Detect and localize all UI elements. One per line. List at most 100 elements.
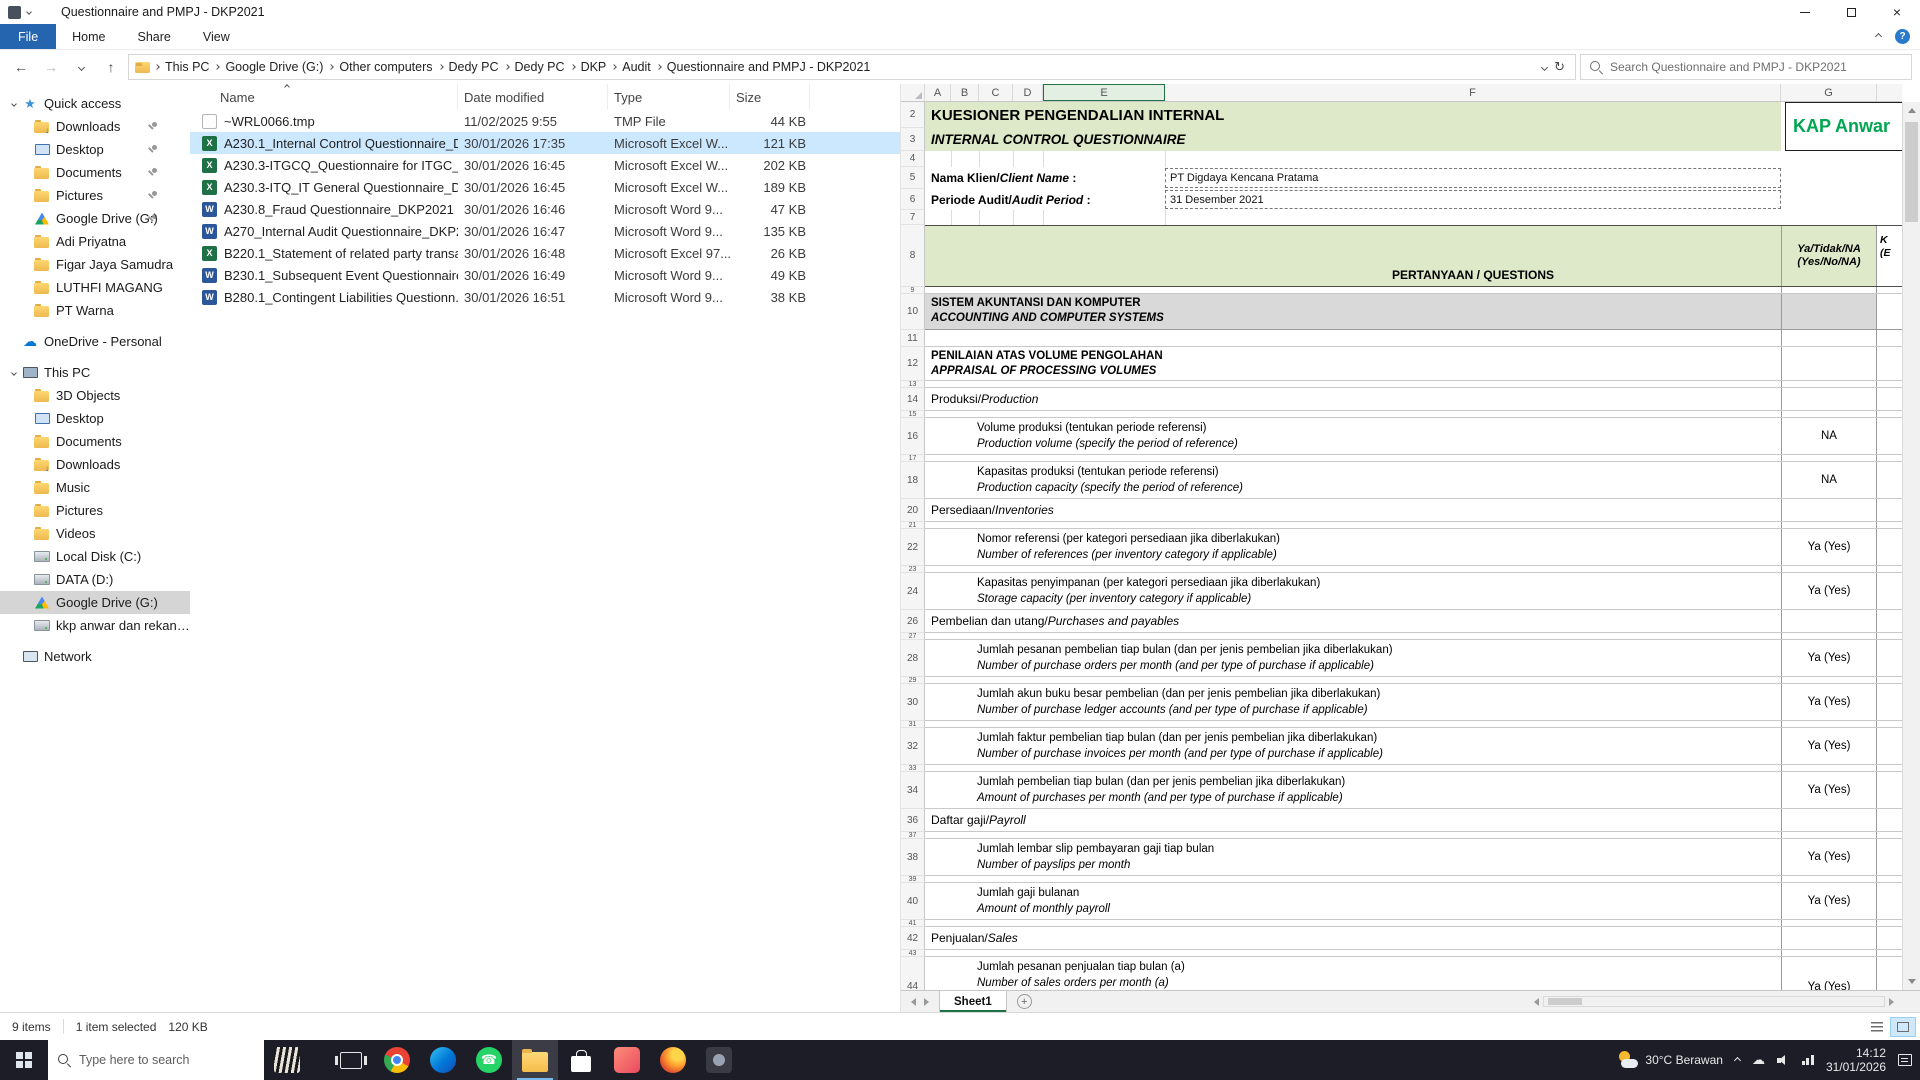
row-number[interactable]: 36 bbox=[901, 809, 925, 832]
sidebar-item-google-drive-g[interactable]: Google Drive (G:) bbox=[0, 207, 190, 230]
row-number[interactable]: 42 bbox=[901, 927, 925, 950]
answer-cell[interactable] bbox=[1781, 330, 1877, 346]
taskbar-app-file-explorer[interactable] bbox=[512, 1040, 558, 1080]
row-number[interactable]: 26 bbox=[901, 610, 925, 633]
row-number[interactable]: 17 bbox=[901, 455, 925, 462]
maximize-button[interactable] bbox=[1828, 0, 1874, 24]
add-sheet-button[interactable]: + bbox=[1017, 994, 1032, 1009]
breadcrumb-item-dedy-pc[interactable]: Dedy PC bbox=[445, 60, 503, 74]
row-number[interactable]: 27 bbox=[901, 633, 925, 640]
sheet-tab[interactable]: Sheet1 bbox=[939, 991, 1007, 1012]
sidebar-item-adi-priyatna[interactable]: Adi Priyatna bbox=[0, 230, 190, 253]
details-view-button[interactable] bbox=[1864, 1017, 1890, 1037]
row-number[interactable]: 28 bbox=[901, 640, 925, 677]
answer-cell[interactable] bbox=[1781, 950, 1877, 956]
answer-cell[interactable] bbox=[1781, 566, 1877, 572]
row-number[interactable]: 11 bbox=[901, 330, 925, 347]
sidebar-item-pictures[interactable]: Pictures bbox=[0, 184, 190, 207]
forward-button[interactable]: → bbox=[38, 54, 64, 80]
row-number[interactable]: 22 bbox=[901, 529, 925, 566]
breadcrumb-item-dedy-pc[interactable]: Dedy PC bbox=[511, 60, 569, 74]
answer-cell[interactable] bbox=[1781, 832, 1877, 838]
clock[interactable]: 14:12 31/01/2026 bbox=[1826, 1046, 1886, 1074]
row-number[interactable]: 24 bbox=[901, 573, 925, 610]
row-number[interactable]: 2 bbox=[901, 102, 925, 128]
sheet-next-icon[interactable] bbox=[924, 998, 929, 1006]
row-number[interactable]: 6 bbox=[901, 189, 925, 210]
start-button[interactable] bbox=[0, 1040, 48, 1080]
answer-cell[interactable] bbox=[1781, 388, 1877, 410]
close-button[interactable]: × bbox=[1874, 0, 1920, 24]
row-number[interactable]: 9 bbox=[901, 287, 925, 294]
answer-cell[interactable] bbox=[1781, 721, 1877, 727]
sidebar-item-data-d[interactable]: DATA (D:) bbox=[0, 568, 190, 591]
row-number[interactable]: 10 bbox=[901, 294, 925, 330]
sidebar-item-figar-jaya-samudra[interactable]: Figar Jaya Samudra bbox=[0, 253, 190, 276]
preview-horizontal-scrollbar[interactable] bbox=[1534, 994, 1894, 1009]
qat-chevron-down-icon[interactable] bbox=[26, 9, 32, 15]
address-box[interactable]: This PCGoogle Drive (G:)Other computersD… bbox=[128, 54, 1576, 80]
row-number[interactable]: 40 bbox=[901, 883, 925, 920]
address-dropdown-chevron-icon[interactable] bbox=[1541, 63, 1548, 70]
search-input[interactable] bbox=[1610, 60, 1902, 74]
breadcrumb-item-audit[interactable]: Audit bbox=[618, 60, 655, 74]
file-row-a230-8-fraud-questionnaire-dkp2021[interactable]: WA230.8_Fraud Questionnaire_DKP202130/01… bbox=[190, 198, 900, 220]
collapse-ribbon-chevron-icon[interactable] bbox=[1875, 33, 1882, 40]
taskbar-app-edge[interactable] bbox=[420, 1040, 466, 1080]
answer-cell[interactable] bbox=[1781, 522, 1877, 528]
sidebar-item-documents[interactable]: Documents bbox=[0, 430, 190, 453]
taskbar-app-zebra-thumbnail[interactable] bbox=[264, 1040, 310, 1080]
row-number[interactable]: 8 bbox=[901, 225, 925, 287]
scroll-up-icon[interactable] bbox=[1908, 108, 1916, 113]
sidebar-item-3d-objects[interactable]: 3D Objects bbox=[0, 384, 190, 407]
row-number[interactable]: 34 bbox=[901, 772, 925, 809]
answer-cell[interactable] bbox=[1781, 610, 1877, 632]
answer-cell[interactable]: Ya (Yes) bbox=[1781, 957, 1877, 990]
column-header-name[interactable]: Name bbox=[190, 84, 458, 110]
column-header-type[interactable]: Type bbox=[608, 84, 730, 110]
taskbar-app-chrome[interactable] bbox=[374, 1040, 420, 1080]
volume-icon[interactable] bbox=[1777, 1055, 1790, 1066]
select-all-corner[interactable] bbox=[901, 84, 925, 101]
answer-cell[interactable] bbox=[1781, 633, 1877, 639]
breadcrumb-item-other-computers[interactable]: Other computers bbox=[335, 60, 436, 74]
search-box[interactable] bbox=[1580, 54, 1912, 80]
column-letter-E[interactable]: E bbox=[1043, 84, 1165, 101]
horizontal-scroll-thumb[interactable] bbox=[1548, 998, 1582, 1005]
answer-cell[interactable]: Ya (Yes) bbox=[1781, 573, 1877, 609]
row-number[interactable]: 12 bbox=[901, 347, 925, 381]
answer-cell[interactable] bbox=[1781, 876, 1877, 882]
sidebar-item-google-drive-g[interactable]: Google Drive (G:) bbox=[0, 591, 190, 614]
answer-cell[interactable] bbox=[1781, 294, 1877, 329]
answer-cell[interactable] bbox=[1781, 920, 1877, 926]
row-number[interactable]: 30 bbox=[901, 684, 925, 721]
sheet-prev-icon[interactable] bbox=[911, 998, 916, 1006]
sidebar-item-desktop[interactable]: Desktop bbox=[0, 138, 190, 161]
row-number[interactable]: 37 bbox=[901, 832, 925, 839]
hscroll-left-icon[interactable] bbox=[1534, 998, 1539, 1006]
row-number[interactable]: 15 bbox=[901, 411, 925, 418]
answer-cell[interactable] bbox=[1781, 411, 1877, 417]
row-number[interactable]: 29 bbox=[901, 677, 925, 684]
file-row-wrl0066-tmp[interactable]: ~WRL0066.tmp11/02/2025 9:55TMP File44 KB bbox=[190, 110, 900, 132]
row-number[interactable]: 18 bbox=[901, 462, 925, 499]
file-row-b230-1-subsequent-event-questionnaire[interactable]: WB230.1_Subsequent Event Questionnaire_.… bbox=[190, 264, 900, 286]
recent-locations-chevron-icon[interactable] bbox=[68, 54, 94, 80]
sidebar-item-desktop[interactable]: Desktop bbox=[0, 407, 190, 430]
row-number[interactable]: 20 bbox=[901, 499, 925, 522]
row-number[interactable]: 3 bbox=[901, 128, 925, 151]
column-letter-D[interactable]: D bbox=[1013, 84, 1043, 101]
back-button[interactable]: ← bbox=[8, 54, 34, 80]
sidebar-item-downloads[interactable]: ↓Downloads bbox=[0, 453, 190, 476]
row-number[interactable]: 14 bbox=[901, 388, 925, 411]
sidebar-section-quick-access[interactable]: ★Quick access bbox=[0, 92, 190, 115]
taskbar-app-whatsapp[interactable]: ☎ bbox=[466, 1040, 512, 1080]
expand-chevron-icon[interactable] bbox=[11, 370, 17, 376]
column-letter-F[interactable]: F bbox=[1165, 84, 1781, 101]
answer-cell[interactable]: Ya (Yes) bbox=[1781, 684, 1877, 720]
breadcrumb-item-this-pc[interactable]: This PC bbox=[161, 60, 213, 74]
large-icons-view-button[interactable] bbox=[1890, 1017, 1916, 1037]
help-icon[interactable]: ? bbox=[1895, 29, 1910, 44]
column-letter-B[interactable]: B bbox=[951, 84, 979, 101]
row-number[interactable]: 31 bbox=[901, 721, 925, 728]
